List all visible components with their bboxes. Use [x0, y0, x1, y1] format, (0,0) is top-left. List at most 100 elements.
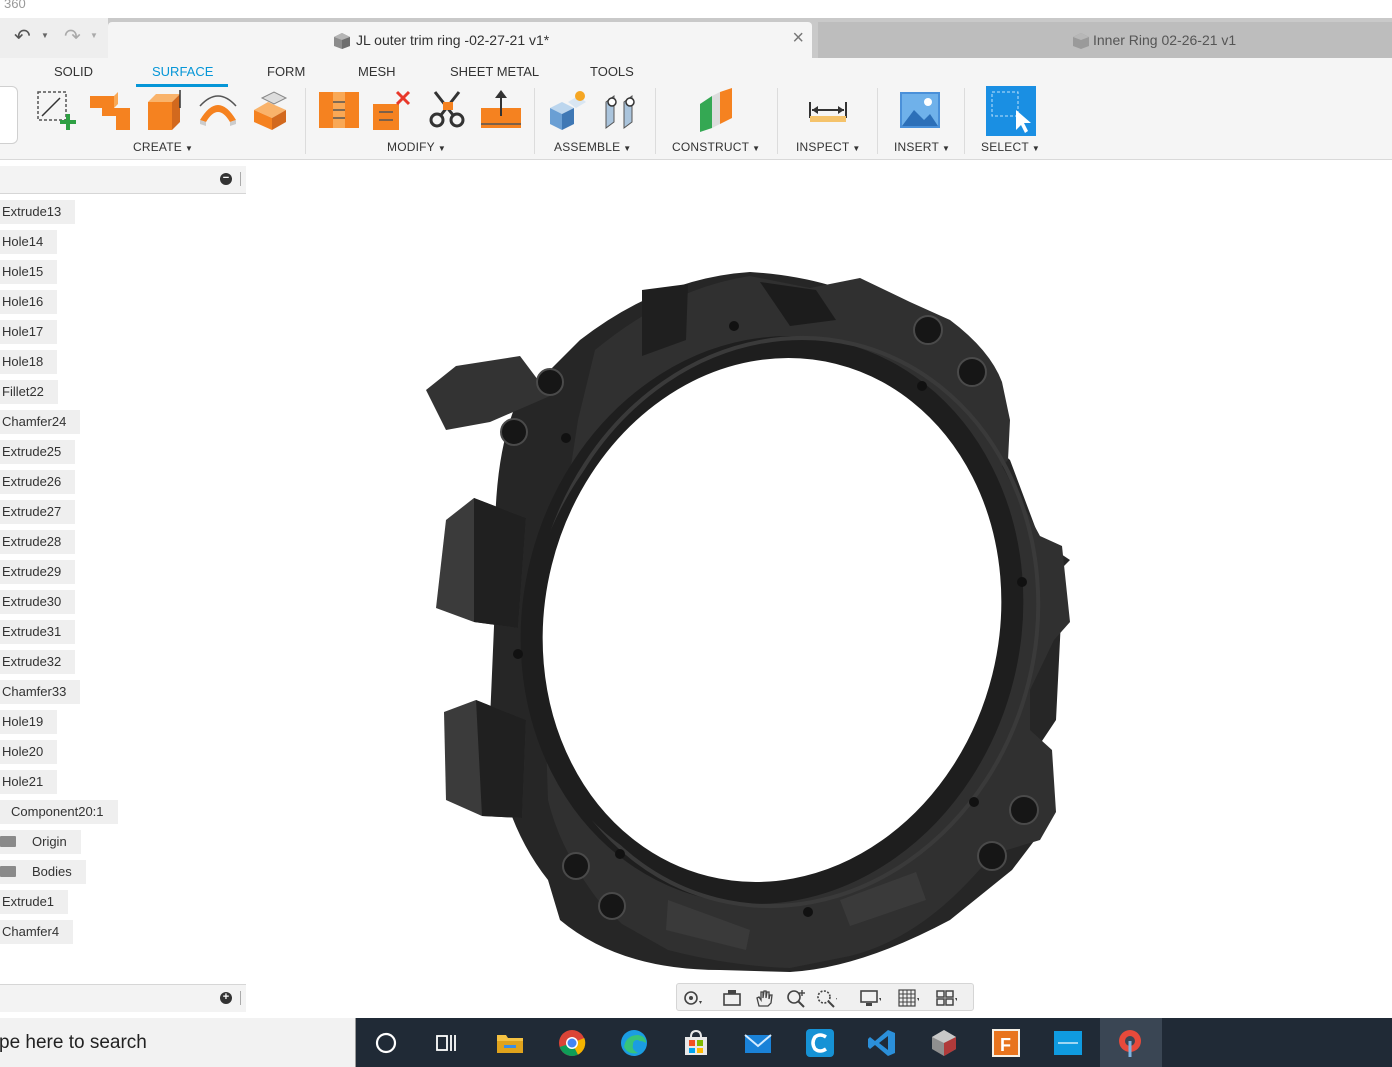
split-scissors-icon[interactable] — [425, 88, 469, 132]
press-pull-icon[interactable] — [317, 88, 361, 132]
tab-tools[interactable]: TOOLS — [590, 64, 634, 79]
folder-origin[interactable]: Origin — [0, 830, 81, 854]
timeline-feature[interactable]: Extrude30 — [0, 590, 76, 614]
tab-outer-trim-ring[interactable]: JL outer trim ring -02-27-21 v1* × — [108, 22, 812, 58]
undo-icon[interactable]: ↶ — [14, 24, 31, 49]
timeline-feature[interactable]: Extrude29 — [0, 560, 76, 584]
undo-dropdown-icon[interactable]: ▼ — [41, 31, 49, 40]
modify-menu[interactable]: MODIFY ▼ — [387, 140, 446, 154]
tab-mesh[interactable]: MESH — [358, 64, 396, 79]
3d-app-icon[interactable] — [928, 1027, 960, 1059]
snipping-tool-icon[interactable] — [1114, 1027, 1146, 1059]
timeline-feature[interactable]: Hole18 — [0, 350, 58, 374]
zoom-window-icon[interactable] — [815, 988, 837, 1008]
mail-icon[interactable] — [742, 1027, 774, 1059]
collapse-panel-icon[interactable]: − — [220, 173, 232, 185]
windows-taskbar: pe here to search F — [0, 1018, 1392, 1067]
revolve-extrude-icon[interactable] — [142, 88, 186, 132]
cura-c-icon[interactable] — [804, 1027, 836, 1059]
timeline-feature[interactable]: Hole16 — [0, 290, 58, 314]
timeline-feature[interactable]: Extrude1 — [0, 890, 69, 914]
tab-inner-ring[interactable]: Inner Ring 02-26-21 v1 — [818, 22, 1392, 58]
panel-grip-icon[interactable] — [240, 991, 243, 1005]
orbit-icon[interactable] — [681, 988, 703, 1008]
app-title: 360 — [0, 0, 1392, 18]
taskbar-search[interactable]: pe here to search — [0, 1018, 356, 1067]
timeline-feature[interactable]: Chamfer24 — [0, 410, 81, 434]
timeline-feature[interactable]: Extrude28 — [0, 530, 76, 554]
folder-bodies[interactable]: Bodies — [0, 860, 86, 884]
tab-form[interactable]: FORM — [267, 64, 305, 79]
document-icon — [334, 33, 350, 49]
redo-dropdown-icon[interactable]: ▼ — [90, 31, 98, 40]
zoom-icon[interactable] — [785, 988, 807, 1008]
extrude-icon[interactable] — [88, 88, 132, 132]
select-icon[interactable] — [986, 86, 1036, 136]
timeline-feature[interactable]: Fillet22 — [0, 380, 58, 404]
document-tab-bar: ↶ ▼ ↷ ▼ JL outer trim ring -02-27-21 v1*… — [0, 18, 1392, 58]
chrome-icon[interactable] — [556, 1027, 588, 1059]
tab-surface[interactable]: SURFACE — [152, 64, 213, 79]
thicken-icon[interactable] — [479, 88, 523, 132]
offset-plane-icon[interactable] — [694, 88, 738, 132]
grid-snaps-icon[interactable] — [897, 988, 919, 1008]
edge-icon[interactable] — [618, 1027, 650, 1059]
loft-icon[interactable] — [250, 88, 294, 132]
timeline-feature[interactable]: Chamfer33 — [0, 680, 81, 704]
timeline-feature[interactable]: Extrude13 — [0, 200, 76, 224]
insert-menu[interactable]: INSERT ▼ — [894, 140, 950, 154]
3d-viewport[interactable] — [250, 160, 1392, 1018]
folder-icon — [0, 836, 16, 847]
panel-grip-icon[interactable] — [240, 172, 243, 186]
timeline-feature[interactable]: Hole17 — [0, 320, 58, 344]
new-component-icon[interactable] — [546, 88, 590, 132]
timeline-feature[interactable]: Extrude31 — [0, 620, 76, 644]
timeline-feature[interactable]: Extrude25 — [0, 440, 76, 464]
expand-panel-icon[interactable]: + — [220, 992, 232, 1004]
task-view-icon[interactable] — [430, 1027, 462, 1059]
file-explorer-icon[interactable] — [494, 1027, 526, 1059]
component-node[interactable]: Component20:1 — [0, 800, 118, 824]
group-separator — [877, 88, 878, 154]
timeline-feature[interactable]: Extrude32 — [0, 650, 76, 674]
inspect-menu[interactable]: INSPECT ▼ — [796, 140, 861, 154]
tab-solid[interactable]: SOLID — [54, 64, 93, 79]
toolbar-ribbon: SOLID SURFACE FORM MESH SHEET METAL TOOL… — [0, 58, 1392, 160]
design-workspace-button[interactable] — [0, 86, 18, 144]
fusion-window: 360 ↶ ▼ ↷ ▼ JL outer trim ring -02-27-21… — [0, 0, 1392, 1067]
create-menu[interactable]: CREATE ▼ — [133, 140, 193, 154]
trim-icon[interactable] — [371, 88, 415, 132]
timeline-feature[interactable]: Hole20 — [0, 740, 58, 764]
fusion-360-icon[interactable]: F — [990, 1027, 1022, 1059]
timeline-feature[interactable]: Hole15 — [0, 260, 58, 284]
construct-menu[interactable]: CONSTRUCT ▼ — [672, 140, 760, 154]
timeline-feature[interactable]: Hole14 — [0, 230, 58, 254]
look-at-icon[interactable] — [721, 988, 743, 1008]
vscode-icon[interactable] — [866, 1027, 898, 1059]
assemble-menu[interactable]: ASSEMBLE ▼ — [554, 140, 631, 154]
close-tab-icon[interactable]: × — [792, 28, 804, 48]
timeline-feature[interactable]: Hole21 — [0, 770, 58, 794]
blue-app-icon[interactable] — [1052, 1027, 1084, 1059]
display-settings-icon[interactable] — [859, 988, 881, 1008]
measure-icon[interactable] — [806, 88, 850, 132]
joint-icon[interactable] — [600, 88, 644, 132]
group-separator — [534, 88, 535, 154]
sweep-icon[interactable] — [196, 88, 240, 132]
timeline-feature[interactable]: Extrude27 — [0, 500, 76, 524]
trim-ring-model[interactable] — [250, 160, 1392, 1018]
insert-image-icon[interactable] — [898, 88, 942, 132]
timeline-feature[interactable]: Extrude26 — [0, 470, 76, 494]
cortana-icon[interactable] — [370, 1027, 402, 1059]
timeline-feature[interactable]: Chamfer4 — [0, 920, 74, 944]
pan-hand-icon[interactable] — [753, 988, 775, 1008]
create-sketch-icon[interactable] — [34, 88, 78, 132]
document-icon — [1073, 33, 1089, 49]
viewports-icon[interactable] — [935, 988, 957, 1008]
store-icon[interactable] — [680, 1027, 712, 1059]
timeline-feature[interactable]: Hole19 — [0, 710, 58, 734]
redo-icon[interactable]: ↷ — [64, 24, 81, 49]
select-menu[interactable]: SELECT ▼ — [981, 140, 1040, 154]
tab-sheet-metal[interactable]: SHEET METAL — [450, 64, 539, 79]
group-separator — [305, 88, 306, 154]
